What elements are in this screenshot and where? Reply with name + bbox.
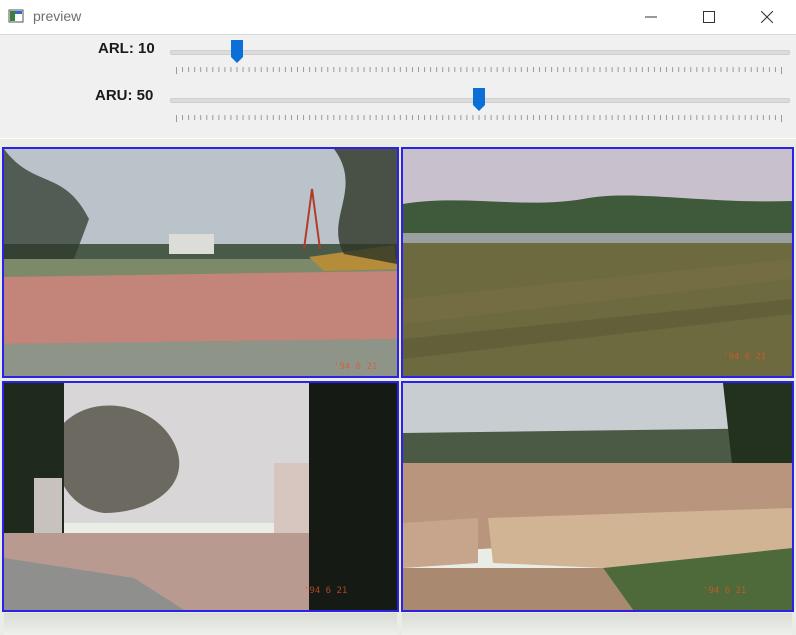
minimize-button[interactable] xyxy=(628,0,674,34)
close-icon xyxy=(761,11,773,23)
app-window-icon xyxy=(8,9,24,23)
trackbar-aru-ticks xyxy=(176,115,782,122)
photo-gate-trees: '94 6 21 xyxy=(2,381,399,612)
photo-brick-plaza: '94 6 21 xyxy=(2,147,399,378)
trackbar-arl-thumb[interactable] xyxy=(230,40,243,64)
trackbar-arl-label: ARL: 10 xyxy=(98,40,155,57)
photo-date-stamp: '94 6 21 xyxy=(334,362,377,372)
photo-date-stamp: '94 6 21 xyxy=(703,586,746,596)
image-bottom-strip xyxy=(4,613,397,635)
title-bar: preview xyxy=(0,0,796,35)
trackbar-aru-thumb[interactable] xyxy=(473,88,485,112)
photo-date-stamp: '94 6 21 xyxy=(304,586,347,596)
image-canvas: '94 6 21 '94 6 21 '94 6 21 '94 6 21 xyxy=(0,139,796,635)
maximize-button[interactable] xyxy=(686,0,732,34)
close-button[interactable] xyxy=(744,0,790,34)
trackbar-arl-track[interactable] xyxy=(170,50,790,55)
photo-paved-lot: '94 6 21 xyxy=(401,381,794,612)
minimize-icon xyxy=(645,16,657,18)
trackbar-aru-label: ARU: 50 xyxy=(95,87,154,104)
image-bottom-strip xyxy=(402,613,792,635)
trackbar-arl-ticks xyxy=(176,67,782,74)
window-title: preview xyxy=(33,8,82,24)
trackbar-panel: ARL: 10 ARU: 50 xyxy=(0,35,796,138)
photo-date-stamp: '94 6 21 xyxy=(723,352,766,362)
maximize-icon xyxy=(703,11,715,23)
photo-grass-field: '94 6 21 xyxy=(401,147,794,378)
